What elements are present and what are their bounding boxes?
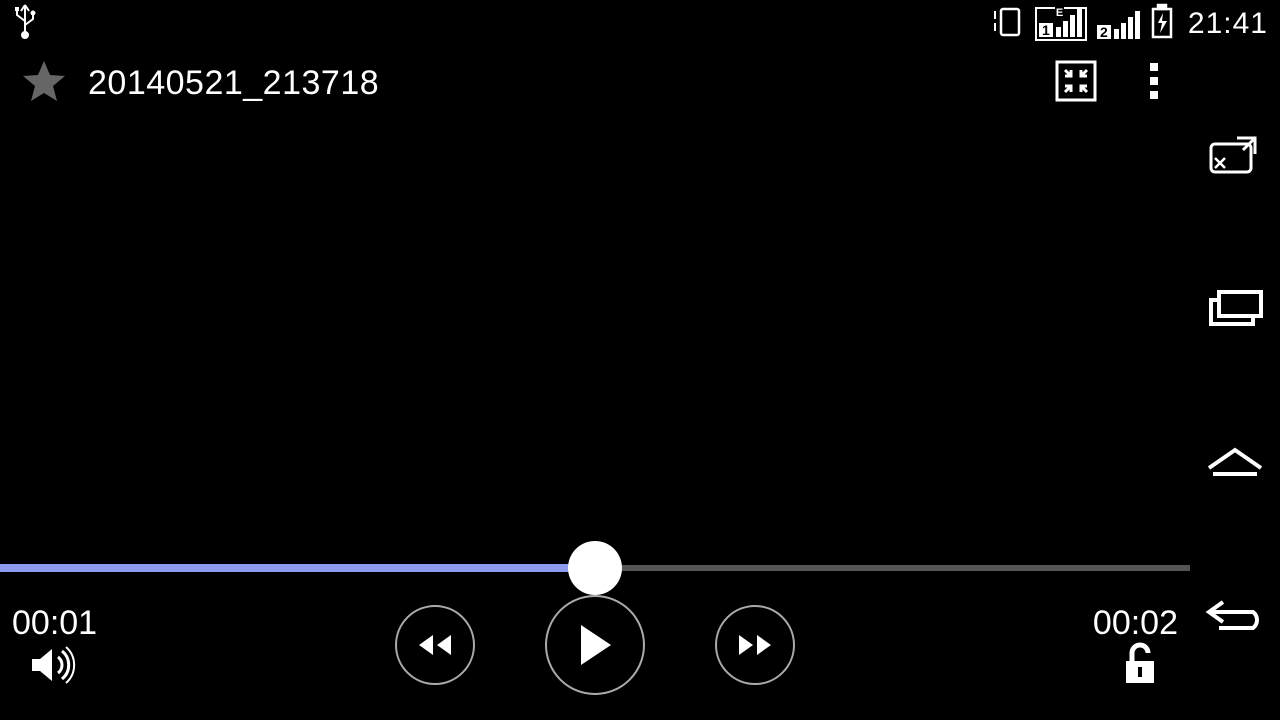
play-button[interactable] [545,595,645,695]
vibrate-icon [991,5,1027,44]
usb-icon [12,3,38,46]
nav-home-button[interactable] [1205,431,1265,491]
lock-button[interactable] [1116,641,1160,690]
nav-recent-button[interactable] [1205,278,1265,338]
forward-button[interactable] [715,605,795,685]
system-nav-bar [1190,48,1280,720]
volume-button[interactable] [30,645,78,690]
sim1-signal-icon: E 1 [1035,7,1087,41]
playback-controls [0,590,1190,700]
title-bar: 20140521_213718 [0,48,1280,118]
nav-share-button[interactable] [1205,125,1265,185]
battery-charging-icon [1150,3,1174,46]
seek-fill [0,564,595,572]
sim1-label: 1 [1039,23,1053,37]
overflow-menu-icon[interactable] [1148,59,1160,108]
favorite-star-icon[interactable] [20,57,68,110]
seek-thumb[interactable] [568,541,622,595]
screen-fit-icon[interactable] [1054,59,1098,108]
seek-bar[interactable] [0,538,1190,598]
sim2-label: 2 [1097,25,1111,39]
data-type-label: E [1055,7,1064,19]
video-area[interactable]: 00:01 00:02 [0,118,1190,720]
status-bar: E 1 2 21:41 [0,0,1280,48]
nav-back-button[interactable] [1205,584,1265,644]
sim2-signal-icon: 2 [1095,7,1142,41]
video-title: 20140521_213718 [88,64,1034,103]
rewind-button[interactable] [395,605,475,685]
clock: 21:41 [1188,7,1268,41]
